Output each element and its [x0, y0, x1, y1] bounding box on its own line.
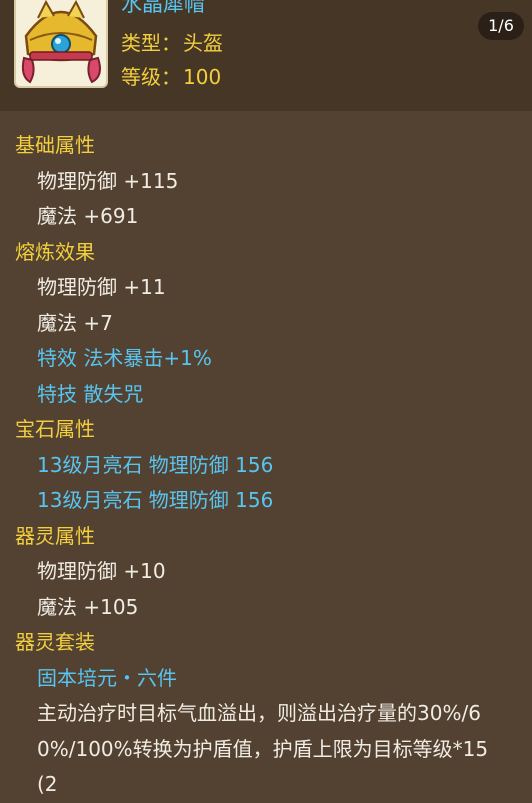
item-level-value: 100: [183, 65, 222, 89]
section-title-gem: 宝石属性: [15, 417, 95, 441]
set-name: 固本培元・六件: [37, 665, 177, 690]
special-skill-line: 特技 散失咒: [37, 381, 144, 406]
attribute-line: 物理防御 +10: [37, 559, 166, 583]
attribute-line: 魔法 +7: [37, 310, 113, 335]
crystal-helmet-icon: [14, 0, 108, 88]
section-title-refine: 熔炼效果: [15, 239, 95, 264]
item-type: 类型： 头盔: [121, 30, 223, 56]
gem-line: 13级月亮石 物理防御 156: [37, 452, 274, 477]
set-description: 主动治疗时目标气血溢出，则溢出治疗量的30%/60%/100%转换为护盾值，护盾…: [37, 701, 489, 796]
section-title-spirit-set: 器灵套装: [15, 630, 95, 654]
page-indicator[interactable]: 1/6: [478, 12, 524, 40]
item-attributes: 基础属性 物理防御 +115 魔法 +691 熔炼效果 物理防御 +11 魔法 …: [0, 128, 532, 803]
item-name: 水晶犀帽: [121, 0, 205, 16]
attribute-line: 魔法 +105: [37, 594, 139, 619]
item-level-label: 等级：: [121, 65, 181, 89]
special-effect-line: 特效 法术暴击+1%: [37, 346, 212, 370]
section-title-base: 基础属性: [15, 133, 95, 157]
item-level: 等级： 100: [121, 64, 221, 90]
item-header: 水晶犀帽 类型： 头盔 等级： 100 1/6: [0, 0, 532, 111]
attribute-line: 魔法 +691: [37, 204, 139, 228]
item-type-label: 类型：: [121, 31, 181, 55]
attribute-line: 物理防御 +11: [37, 275, 166, 299]
item-type-value: 头盔: [183, 31, 223, 55]
gem-line: 13级月亮石 物理防御 156: [37, 488, 274, 512]
attribute-line: 物理防御 +115: [37, 168, 179, 193]
section-title-spirit: 器灵属性: [15, 523, 95, 548]
